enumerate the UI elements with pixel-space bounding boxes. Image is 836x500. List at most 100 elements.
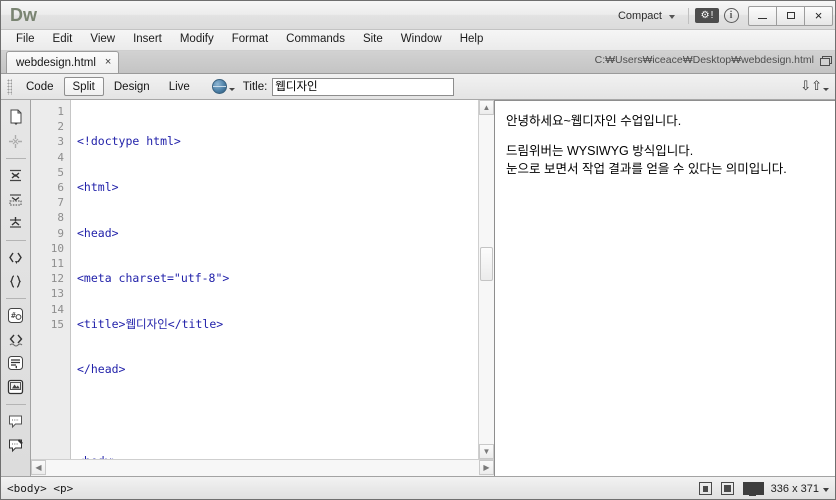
upload-download-icon: ⇩⇧ — [800, 78, 822, 93]
remove-comment-icon[interactable] — [5, 376, 27, 398]
tag-selector[interactable]: <body> <p> — [7, 482, 73, 495]
cs-live-button[interactable]: ⚙ ! — [695, 7, 719, 25]
view-button-design[interactable]: Design — [105, 77, 159, 96]
code-line: <head> — [77, 225, 119, 240]
design-view-pane[interactable]: 안녕하세요~웹디자인 수업입니다. 드림위버는 WYSIWYG 방식입니다. 눈… — [495, 100, 835, 476]
line-number: 13 — [50, 287, 64, 301]
status-bar: <body> <p> 336 x 371 — [1, 476, 835, 499]
document-title-input[interactable]: 웹디자인 — [272, 77, 455, 96]
rendered-paragraph-2: 드림위버는 WYSIWYG 방식입니다. 눈으로 보면서 작업 결과를 얻을 수… — [506, 142, 825, 178]
desktop-size-icon[interactable] — [742, 481, 764, 496]
line-number: 9 — [57, 226, 64, 240]
mobile-size-icon[interactable] — [698, 482, 712, 495]
title-bar: Dw Compact ⚙ ! i × — [1, 1, 835, 30]
expand-all-icon[interactable] — [5, 212, 27, 234]
chevron-down-icon — [823, 87, 829, 91]
scroll-left-icon[interactable]: ◀ — [31, 460, 46, 475]
code-vertical-scrollbar[interactable]: ▲ ▼ — [478, 100, 494, 459]
maximize-button[interactable] — [776, 5, 805, 26]
minimize-button[interactable] — [748, 5, 777, 26]
main-area: # 1 2 3 4 5 6 7 8 9 10 11 12 13 14 15 <!… — [1, 100, 835, 476]
close-icon[interactable]: × — [105, 57, 111, 68]
menu-item-modify[interactable]: Modify — [171, 32, 223, 48]
collapse-selection-icon[interactable] — [5, 164, 27, 186]
line-number: 6 — [57, 181, 64, 195]
line-number: 14 — [50, 302, 64, 316]
menu-item-view[interactable]: View — [81, 32, 124, 48]
divider — [5, 158, 26, 159]
highlight-invalid-code-icon[interactable] — [5, 328, 27, 350]
balance-braces-icon[interactable] — [5, 270, 27, 292]
apply-comment-icon[interactable] — [5, 352, 27, 374]
window-size-label[interactable]: 336 x 371 — [771, 483, 819, 495]
tablet-size-icon[interactable] — [720, 482, 734, 495]
maximize-icon — [786, 12, 795, 19]
chevron-down-icon[interactable] — [823, 488, 829, 492]
preview-in-browser-button[interactable] — [211, 79, 235, 94]
menu-item-edit[interactable]: Edit — [44, 32, 82, 48]
line-number-gutter: 1 2 3 4 5 6 7 8 9 10 11 12 13 14 15 — [31, 100, 71, 459]
chevron-down-icon — [669, 14, 675, 19]
minimize-icon — [758, 18, 767, 19]
menu-item-site[interactable]: Site — [354, 32, 392, 48]
scroll-track[interactable] — [46, 460, 479, 476]
view-button-split[interactable]: Split — [63, 77, 104, 96]
line-number: 11 — [50, 257, 64, 271]
open-documents-icon[interactable] — [5, 106, 27, 128]
code-line: <body> — [77, 454, 478, 459]
menu-item-commands[interactable]: Commands — [277, 32, 354, 48]
rendered-document[interactable]: 안녕하세요~웹디자인 수업입니다. 드림위버는 WYSIWYG 방식입니다. 눈… — [495, 101, 835, 476]
svg-text:#: # — [11, 311, 16, 320]
collapse-full-tag-icon[interactable] — [5, 130, 27, 152]
insert-comment-bubble-icon[interactable] — [5, 410, 27, 432]
menu-item-window[interactable]: Window — [392, 32, 451, 48]
help-button[interactable]: i — [719, 7, 743, 25]
scroll-thumb[interactable] — [480, 246, 493, 281]
document-tab-webdesign[interactable]: webdesign.html × — [6, 51, 120, 73]
code-line: <meta charset="utf-8"> — [77, 271, 230, 286]
code-line: <title>웹디자인</title> — [77, 316, 224, 331]
code-scroll-area: 1 2 3 4 5 6 7 8 9 10 11 12 13 14 15 <!do… — [31, 100, 494, 459]
close-button[interactable]: × — [804, 5, 833, 26]
code-line: <!doctype html> — [77, 134, 181, 149]
select-parent-tag-icon[interactable] — [5, 246, 27, 268]
file-path-label: C:₩Users₩iceace₩Desktop₩webdesign.html — [594, 54, 814, 66]
gear-icon: ⚙ — [700, 9, 710, 21]
scroll-down-icon[interactable]: ▼ — [479, 444, 494, 459]
menu-item-insert[interactable]: Insert — [124, 32, 171, 48]
scroll-track[interactable] — [479, 115, 494, 444]
restore-window-icon[interactable] — [820, 55, 832, 66]
scroll-up-icon[interactable]: ▲ — [479, 100, 494, 115]
collapse-outside-selection-icon[interactable] — [5, 188, 27, 210]
title-bar-right-controls: Compact ⚙ ! i × — [609, 1, 835, 30]
menu-item-file[interactable]: File — [7, 32, 44, 48]
view-button-live[interactable]: Live — [160, 77, 199, 96]
menu-item-help[interactable]: Help — [451, 32, 493, 48]
line-numbers-icon[interactable]: # — [5, 304, 27, 326]
toolbar-grip[interactable] — [7, 78, 12, 95]
line-number: 1 — [57, 105, 64, 118]
window-controls: × — [748, 5, 833, 26]
workspace-switcher[interactable]: Compact — [609, 5, 682, 26]
status-bar-right: 336 x 371 — [698, 477, 829, 500]
divider — [5, 298, 26, 299]
close-icon: × — [814, 8, 823, 23]
code-horizontal-scrollbar[interactable]: ◀ ▶ — [31, 459, 494, 476]
view-button-code[interactable]: Code — [17, 77, 63, 96]
document-toolbar: Code Split Design Live Title: 웹디자인 ⇩⇧ — [1, 74, 835, 100]
code-editor[interactable]: <!doctype html> <html> <head> <meta char… — [71, 100, 478, 459]
rendered-line-2: 눈으로 보면서 작업 결과를 얻을 수 있다는 의미입니다. — [506, 162, 787, 177]
line-number: 5 — [57, 165, 64, 179]
rendered-paragraph-1: 안녕하세요~웹디자인 수업입니다. — [506, 114, 682, 128]
code-line: <html> — [77, 180, 119, 195]
app-logo: Dw — [10, 5, 37, 25]
dreamweaver-window: Dw Compact ⚙ ! i × File Edit View Insert… — [0, 0, 836, 500]
file-management-button[interactable]: ⇩⇧ — [800, 78, 829, 94]
document-tab-label: webdesign.html — [16, 56, 96, 69]
menu-item-format[interactable]: Format — [223, 32, 277, 48]
edit-comment-bubble-icon[interactable] — [5, 434, 27, 456]
alert-icon: ! — [710, 9, 714, 21]
line-number: 15 — [50, 317, 64, 331]
scroll-right-icon[interactable]: ▶ — [479, 460, 494, 475]
